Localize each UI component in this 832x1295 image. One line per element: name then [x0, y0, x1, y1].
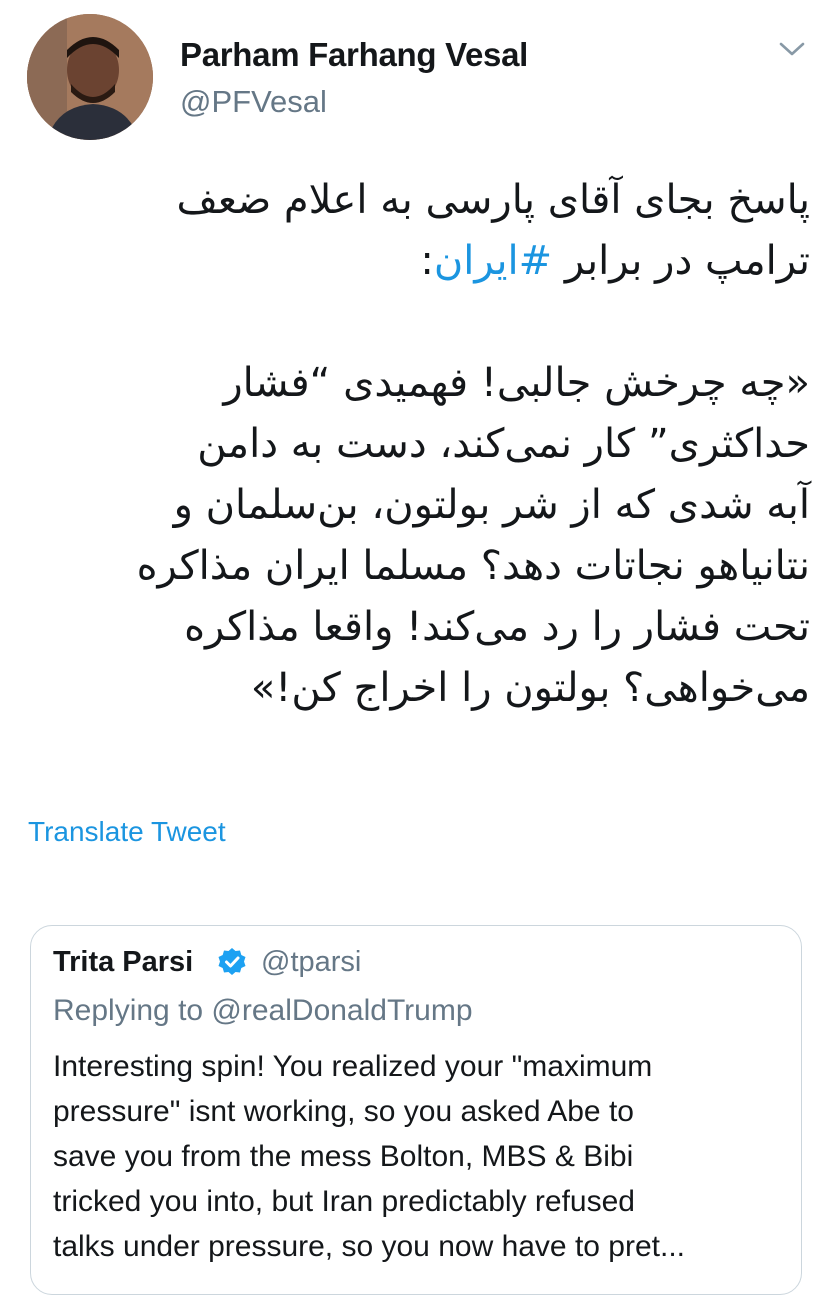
verified-badge-icon [217, 947, 247, 977]
tweet-quote-text: «چه چرخش جالبی! فهمیدی “فشار حداکثری” کا… [136, 360, 810, 711]
user-avatar-photo [27, 14, 153, 140]
tweet-line-1: پاسخ بجای آقای پارسی به اعلام ضعف [176, 177, 810, 223]
quoted-author-name: Trita Parsi [53, 946, 194, 978]
author-avatar[interactable] [27, 14, 153, 140]
tweet-line-2-suffix: : [420, 238, 434, 284]
quoted-tweet-text: Interesting spin! You realized your "max… [53, 1050, 686, 1263]
translate-tweet-link[interactable]: Translate Tweet [28, 816, 226, 848]
tweet-text: پاسخ بجای آقای پارسی به اعلام ضعف ترامپ … [40, 170, 810, 719]
quoted-author-handle: @tparsi [261, 946, 362, 978]
quoted-tweet-card[interactable]: Trita Parsi @tparsi Replying to @realDon… [30, 925, 802, 1295]
hashtag-link[interactable]: #ایران [434, 238, 552, 284]
author-handle[interactable]: @PFVesal [180, 84, 327, 120]
author-display-name[interactable]: Parham Farhang Vesal [180, 36, 528, 74]
tweet-line-2: ترامپ در برابر #ایران: [420, 238, 810, 284]
tweet-line-2-prefix: ترامپ در برابر [552, 238, 810, 284]
replying-to-label: Replying to @realDonaldTrump [53, 994, 473, 1027]
chevron-down-icon[interactable] [774, 34, 810, 64]
tweet-header: Parham Farhang Vesal @PFVesal [0, 0, 832, 150]
